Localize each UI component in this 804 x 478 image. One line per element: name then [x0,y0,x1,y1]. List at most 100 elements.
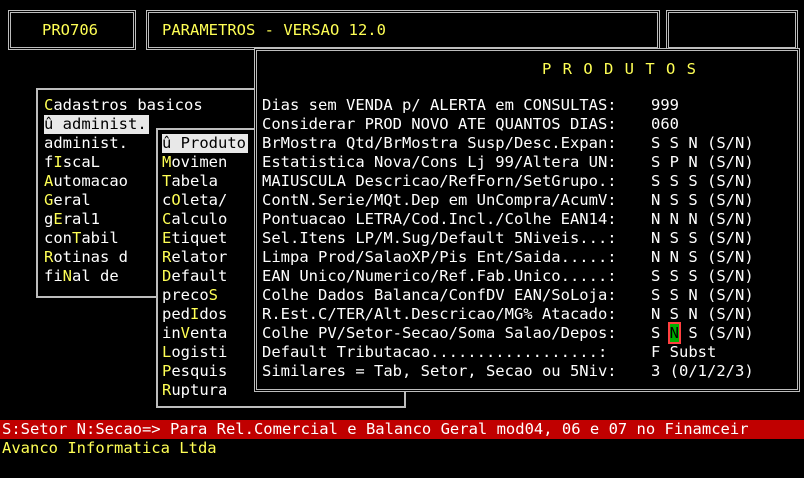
sub-menu-item-hotkey: C [162,210,172,228]
produtos-row-label: Dias sem VENDA p/ ALERTA em CONSULTAS: [262,96,617,114]
produtos-row-value[interactable]: S S N (S/N) [651,286,754,305]
produtos-row-value[interactable]: N S S (S/N) [651,229,754,248]
produtos-row-value[interactable]: 3 (0/1/2/3) [651,362,754,381]
main-menu-item[interactable]: Geral [44,191,93,210]
main-menu-item-text: eral [53,191,91,209]
produtos-row-label: MAIUSCULA Descricao/RefForn/SetGrupo.: [262,172,617,190]
produtos-row-label: BrMostra Qtd/BrMostra Susp/Desc.Expan: [262,134,617,152]
produtos-row-value[interactable]: N N S (S/N) [651,248,754,267]
main-menu-item-text: con [44,229,72,247]
sub-menu-item[interactable]: û Produto [162,134,248,153]
produtos-row-label: Considerar PROD NOVO ATE QUANTOS DIAS: [262,115,617,133]
produtos-row: Default Tributacao..................: F S… [262,343,716,362]
status-text: S:Setor N:Secao=> Para Rel.Comercial e B… [2,420,749,438]
sub-menu-item-hotkey: V [180,324,191,342]
main-menu-item-hotkey: R [44,248,54,266]
produtos-row-label: Colhe PV/Setor-Secao/Soma Salao/Depos: [262,324,617,342]
produtos-row-value[interactable]: N S N (S/N) [651,305,754,324]
produtos-row-value[interactable]: S S S (S/N) [651,267,754,286]
produtos-row: BrMostra Qtd/BrMostra Susp/Desc.Expan: S … [262,134,754,153]
main-menu-item[interactable]: conTabil [44,229,121,248]
sub-menu-item[interactable]: Ruptura [162,381,229,400]
produtos-row: Sel.Itens LP/M.Sug/Default 5Niveis...: N … [262,229,754,248]
sub-menu-item[interactable]: Tabela [162,172,220,191]
sub-menu-item-hotkey: M [162,153,172,171]
sub-menu-item[interactable]: Relator [162,248,229,267]
produtos-row-label: Similares = Tab, Setor, Secao ou 5Niv: [262,362,617,380]
produtos-row: Limpa Prod/SalaoXP/Pis Ent/Saida.....: N … [262,248,754,267]
sub-menu-item[interactable]: pedIdos [162,305,229,324]
main-menu-item-text: al de [72,267,119,285]
produtos-row: Colhe Dados Balanca/ConfDV EAN/SoLoja: S … [262,286,754,305]
main-menu-item[interactable]: Automacao [44,172,130,191]
main-menu-item[interactable]: fiNal de [44,267,121,286]
main-menu-item[interactable]: fIscaL [44,153,102,172]
produtos-title: P R O D U T O S [542,60,697,78]
produtos-row-value[interactable]: 060 [651,115,679,134]
sub-menu-item[interactable]: precoS [162,286,220,305]
sub-menu-item-hotkey: P [162,362,172,380]
sub-menu-item-prefix: û [162,134,181,152]
produtos-row-value[interactable]: 999 [651,96,679,115]
sub-menu-item-text: ped [162,305,190,323]
produtos-row: Dias sem VENDA p/ ALERTA em CONSULTAS: 99… [262,96,679,115]
sub-menu-item-text: enta [190,324,228,342]
produtos-row: EAN Unico/Numerico/Ref.Fab.Unico.....: S … [262,267,754,286]
produtos-row-value[interactable]: S N S (S/N) [651,322,754,344]
produtos-row-value[interactable]: N S S (S/N) [651,191,754,210]
sub-menu-item-text: uptura [171,381,228,399]
sub-menu-item-hotkey: R [162,381,172,399]
sub-menu-item[interactable]: Calculo [162,210,229,229]
produtos-row-value[interactable]: S S N (S/N) [651,134,754,153]
produtos-row: Colhe PV/Setor-Secao/Soma Salao/Depos: S … [262,322,754,344]
produtos-row-value[interactable]: F Subst [651,343,716,362]
main-menu-item-hotkey: E [53,210,63,228]
produtos-row: ContN.Serie/MQt.Dep em UnCompra/AcumV: N … [262,191,754,210]
text-cursor[interactable]: N [667,322,682,344]
right-header-box [666,10,798,50]
produtos-row: MAIUSCULA Descricao/RefForn/SetGrupo.: S … [262,172,754,191]
sub-menu-item[interactable]: Default [162,267,229,286]
sub-menu-item[interactable]: Pesquis [162,362,229,381]
main-menu-item[interactable]: gEral1 [44,210,102,229]
sub-menu-item-label: Produto [180,134,246,152]
sub-menu-item-text: dos [199,305,228,323]
produtos-row: Considerar PROD NOVO ATE QUANTOS DIAS: 06… [262,115,679,134]
produtos-row: Pontuacao LETRA/Cod.Incl./Colhe EAN14: N … [262,210,754,229]
produtos-row-label: Pontuacao LETRA/Cod.Incl./Colhe EAN14: [262,210,617,228]
produtos-row-label: Limpa Prod/SalaoXP/Pis Ent/Saida.....: [262,248,617,266]
produtos-row-value[interactable]: N N N (S/N) [651,210,754,229]
main-menu-item-hotkey: N [62,267,73,285]
main-menu-item-hotkey: I [53,153,63,171]
sub-menu-item-hotkey: R [162,248,172,266]
sub-menu-item-text: leta/ [180,191,228,209]
sub-menu-item[interactable]: Logisti [162,343,229,362]
main-menu-item-hotkey: A [44,172,54,190]
sub-menu-item-text: elator [171,248,228,266]
produtos-row-label: Default Tributacao..................: [262,343,608,361]
produtos-row-label: ContN.Serie/MQt.Dep em UnCompra/AcumV: [262,191,617,209]
main-menu-item-label: administ. [44,134,128,152]
produtos-row: R.Est.C/TER/Alt.Descricao/MG% Atacado: N … [262,305,754,324]
main-menu-item[interactable]: Cadastros basicos [44,96,205,115]
produtos-row-label: EAN Unico/Numerico/Ref.Fab.Unico.....: [262,267,617,285]
main-menu-item-text: otinas d [53,248,128,266]
sub-menu-item-hotkey: L [162,343,172,361]
sub-menu-item[interactable]: cOleta/ [162,191,229,210]
sub-menu-item-hotkey: E [162,229,172,247]
sub-menu-item[interactable]: inVenta [162,324,229,343]
main-menu-item-text: utomacao [53,172,128,190]
produtos-row-label: Estatistica Nova/Cons Lj 99/Altera UN: [262,153,617,171]
produtos-row: Estatistica Nova/Cons Lj 99/Altera UN: S … [262,153,754,172]
sub-menu-item-text: ogisti [171,343,228,361]
produtos-row-value[interactable]: S S S (S/N) [651,172,754,191]
sub-menu-item[interactable]: Etiquet [162,229,229,248]
produtos-row: Similares = Tab, Setor, Secao ou 5Niv: 3 … [262,362,754,381]
main-menu-item[interactable]: Rotinas d [44,248,130,267]
main-menu-item[interactable]: administ. [44,134,130,153]
produtos-row-label: Sel.Itens LP/M.Sug/Default 5Niveis...: [262,229,617,247]
sub-menu-item-text: esquis [171,362,228,380]
main-menu-item[interactable]: û administ. [44,115,149,134]
sub-menu-item[interactable]: Movimen [162,153,229,172]
produtos-row-value[interactable]: S P N (S/N) [651,153,754,172]
